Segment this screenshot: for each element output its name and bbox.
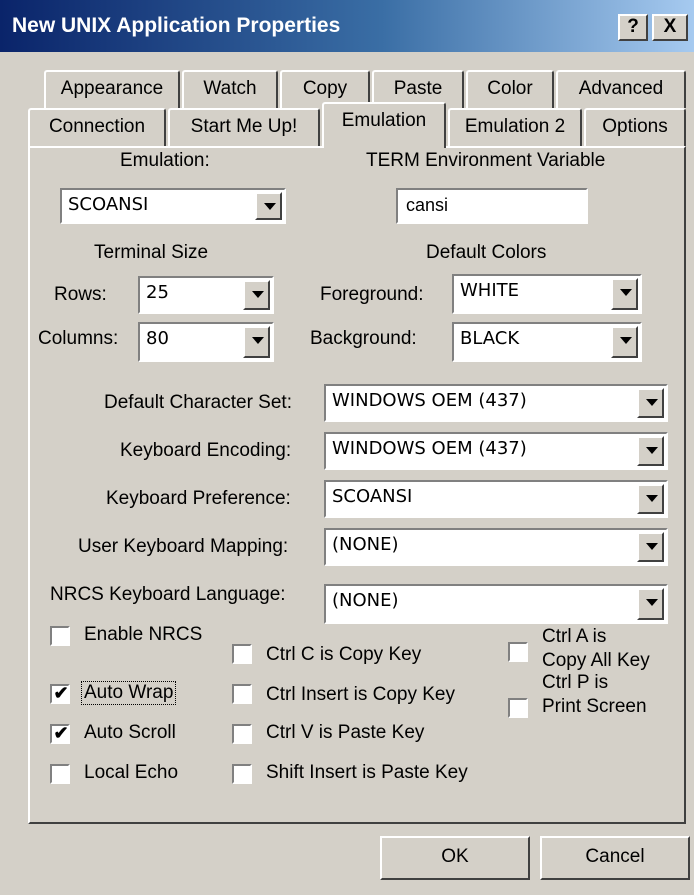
term-input[interactable]: cansi [396, 188, 588, 224]
shift-insert-label[interactable]: Shift Insert is Paste Key [266, 762, 468, 784]
term-value: cansi [406, 195, 449, 215]
background-label: Background: [310, 328, 417, 349]
chevron-down-icon[interactable] [637, 484, 664, 514]
default-colors-label: Default Colors [426, 242, 547, 263]
kb-encoding-value: WINDOWS OEM (437) [332, 438, 527, 459]
tab-start-me-up[interactable]: Start Me Up! [168, 108, 320, 146]
ctrl-p-label-line1[interactable]: Ctrl P is [542, 672, 608, 694]
close-button[interactable]: X [652, 14, 688, 41]
help-button[interactable]: ? [618, 14, 648, 41]
emulation-value: SCOANSI [68, 194, 149, 215]
chevron-down-icon[interactable] [243, 280, 270, 310]
user-kb-value: (NONE) [332, 534, 399, 555]
auto-wrap-label[interactable]: Auto Wrap [80, 681, 177, 705]
user-kb-label: User Keyboard Mapping: [78, 536, 289, 557]
ctrl-insert-label[interactable]: Ctrl Insert is Copy Key [266, 684, 455, 706]
nrcs-select[interactable]: (NONE) [324, 584, 668, 624]
rows-value: 25 [146, 282, 169, 303]
local-echo-label[interactable]: Local Echo [84, 762, 178, 784]
auto-wrap-checkbox[interactable]: ✔ [50, 683, 70, 704]
shift-insert-checkbox[interactable] [232, 764, 252, 784]
kb-encoding-label: Keyboard Encoding: [120, 440, 292, 461]
ctrl-p-label-line2[interactable]: Print Screen [542, 696, 647, 718]
emulation-select[interactable]: SCOANSI [60, 188, 286, 224]
tab-emulation[interactable]: Emulation [322, 102, 446, 148]
columns-select[interactable]: 80 [138, 322, 274, 362]
ctrl-a-checkbox[interactable] [508, 642, 528, 662]
chevron-down-icon[interactable] [611, 326, 638, 358]
tab-connection[interactable]: Connection [28, 108, 166, 146]
term-label: TERM Environment Variable [366, 150, 606, 171]
auto-scroll-label[interactable]: Auto Scroll [84, 722, 176, 744]
ctrl-c-label[interactable]: Ctrl C is Copy Key [266, 644, 421, 666]
ctrl-insert-checkbox[interactable] [232, 684, 252, 704]
auto-scroll-checkbox[interactable]: ✔ [50, 723, 70, 744]
kb-pref-label: Keyboard Preference: [106, 488, 291, 509]
tab-watch[interactable]: Watch [182, 70, 278, 108]
charset-label: Default Character Set: [104, 392, 292, 413]
ctrl-a-label-line2[interactable]: Copy All Key [542, 650, 650, 672]
check-icon: ✔ [53, 723, 69, 743]
charset-value: WINDOWS OEM (437) [332, 390, 527, 411]
kb-encoding-select[interactable]: WINDOWS OEM (437) [324, 432, 668, 470]
terminal-size-label: Terminal Size [94, 242, 209, 263]
ctrl-v-label[interactable]: Ctrl V is Paste Key [266, 722, 424, 744]
tab-emulation-2[interactable]: Emulation 2 [448, 108, 582, 146]
tab-color[interactable]: Color [466, 70, 554, 108]
check-icon: ✔ [53, 683, 69, 703]
background-select[interactable]: BLACK [452, 322, 642, 362]
nrcs-value: (NONE) [332, 590, 399, 611]
chevron-down-icon[interactable] [243, 326, 270, 358]
chevron-down-icon[interactable] [637, 436, 664, 466]
ctrl-p-checkbox[interactable] [508, 698, 528, 718]
chevron-down-icon[interactable] [637, 588, 664, 620]
enable-nrcs-label[interactable]: Enable NRCS [84, 624, 202, 646]
ok-button[interactable]: OK [380, 836, 530, 880]
kb-pref-value: SCOANSI [332, 486, 413, 507]
tab-options[interactable]: Options [584, 108, 686, 146]
chevron-down-icon[interactable] [611, 278, 638, 310]
local-echo-checkbox[interactable] [50, 764, 70, 784]
ctrl-c-checkbox[interactable] [232, 644, 252, 664]
charset-select[interactable]: WINDOWS OEM (437) [324, 384, 668, 422]
chevron-down-icon[interactable] [637, 532, 664, 562]
enable-nrcs-checkbox[interactable] [50, 626, 70, 646]
chevron-down-icon[interactable] [255, 192, 282, 220]
background-value: BLACK [460, 328, 520, 349]
tab-appearance[interactable]: Appearance [44, 70, 180, 108]
nrcs-label: NRCS Keyboard Language: [50, 584, 286, 605]
ctrl-v-checkbox[interactable] [232, 724, 252, 744]
tab-advanced[interactable]: Advanced [556, 70, 686, 108]
chevron-down-icon[interactable] [637, 388, 664, 418]
columns-value: 80 [146, 328, 169, 349]
foreground-value: WHITE [460, 280, 520, 301]
cancel-button[interactable]: Cancel [540, 836, 690, 880]
foreground-select[interactable]: WHITE [452, 274, 642, 314]
emulation-label: Emulation: [120, 150, 210, 171]
window-title: New UNIX Application Properties [12, 14, 341, 37]
ctrl-a-label-line1[interactable]: Ctrl A is [542, 626, 606, 648]
columns-label: Columns: [38, 328, 119, 349]
rows-select[interactable]: 25 [138, 276, 274, 314]
user-kb-select[interactable]: (NONE) [324, 528, 668, 566]
rows-label: Rows: [54, 284, 107, 305]
kb-pref-select[interactable]: SCOANSI [324, 480, 668, 518]
foreground-label: Foreground: [320, 284, 424, 305]
